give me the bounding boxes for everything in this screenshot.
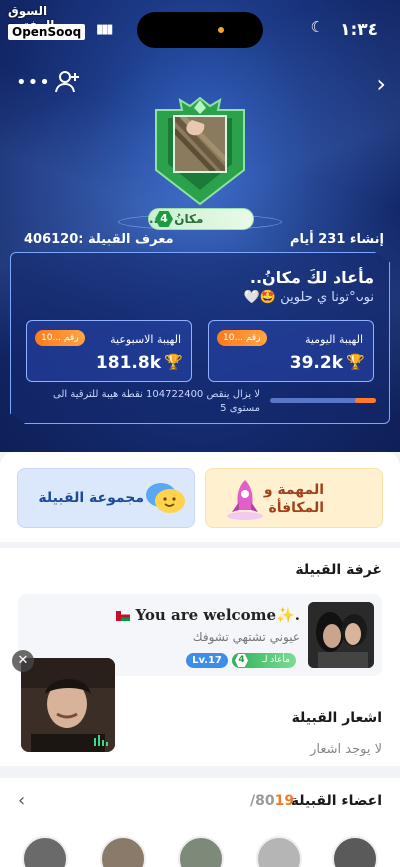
daily-rank-badge: رقم ...10	[217, 330, 267, 346]
room-level-tag: Lv.17	[186, 653, 228, 668]
status-bar: السوق المفتوح OpenSooq ▮▮▮ ☾ ١:٣٤	[0, 0, 400, 56]
signal-icon: ▮▮▮	[96, 22, 114, 37]
oman-flag-icon	[116, 611, 131, 621]
recording-indicator-icon	[218, 27, 224, 33]
status-time: ١:٣٤	[340, 20, 378, 40]
no-notifications-text: لا يوجد اشعار	[310, 742, 382, 757]
daily-prestige-value: 39.2k	[289, 353, 343, 373]
room-avatar	[308, 602, 374, 668]
moon-icon: ☾	[310, 18, 324, 36]
clan-name-badge: مكانُ ما.. 4	[148, 208, 254, 230]
clan-group-label: مجموعة القبيلة	[38, 490, 144, 506]
clan-emblem	[155, 96, 245, 206]
dynamic-island	[137, 12, 263, 48]
close-icon[interactable]: ✕	[12, 650, 34, 672]
forward-chevron-icon[interactable]: ›	[376, 70, 386, 98]
weekly-rank-badge: رقم ...10	[35, 330, 85, 346]
trophy-icon: 🏆	[346, 353, 365, 371]
room-description: عيوني تشتهي تشوفك	[192, 630, 300, 644]
clan-id[interactable]: معرف القبيلة :406120	[24, 232, 174, 247]
back-chevron-icon[interactable]: ‹	[18, 790, 25, 811]
clan-notifications-title: اشعار القبيلة	[291, 710, 382, 726]
clan-welcome-title: مأعاد لكَ مكانُ..	[249, 268, 374, 287]
audio-level-icon	[94, 735, 108, 746]
level-progress-fill	[354, 398, 376, 403]
opensooq-watermark: السوق المفتوح OpenSooq	[4, 2, 90, 42]
clan-members-title: اعضاء القبيلة	[290, 793, 382, 809]
room-name: You are welcome✨.	[116, 606, 300, 624]
more-icon[interactable]: •••	[16, 72, 51, 93]
upgrade-requirement-text: لا يزال ينقص 104722400 نقطة هيبة للترقية…	[53, 389, 260, 414]
room-name-text: You are welcome✨.	[135, 606, 300, 624]
room-clan-tag-text: مأعاد لـ	[262, 655, 290, 665]
weekly-prestige-value: 181.8k	[95, 353, 161, 373]
clan-created-days: إنشاء 231 أيام	[289, 232, 384, 247]
clan-room-title: غرفة القبيلة	[295, 562, 382, 578]
daily-prestige-label: الهيبة اليومية	[304, 333, 363, 346]
members-current: 19	[274, 793, 295, 809]
weekly-prestige-label: الهيبة الاسبوعية	[110, 333, 181, 346]
clan-page: السوق المفتوح OpenSooq ▮▮▮ ☾ ١:٣٤ ••• › …	[0, 0, 400, 867]
trophy-icon: 🏆	[164, 353, 183, 371]
rocket-icon	[227, 480, 263, 520]
room-clan-level: 4	[235, 654, 248, 667]
clan-subtitle: نوᴗ°تونا ي حلوين 🤩🤍	[243, 290, 374, 305]
weekly-prestige-box[interactable]: الهيبة الاسبوعية رقم ...10 🏆 181.8k	[26, 320, 192, 382]
members-total: /80	[250, 793, 275, 809]
members-count: /8019	[250, 793, 294, 809]
add-user-icon[interactable]	[54, 70, 80, 94]
room-clan-tag: مأعاد لـ 4	[232, 653, 296, 668]
daily-prestige-box[interactable]: الهيبة اليومية رقم ...10 🏆 39.2k	[208, 320, 374, 382]
level-progress-bar	[270, 398, 376, 403]
watermark-brand: OpenSooq	[8, 24, 86, 40]
chat-bubbles-icon	[146, 483, 185, 513]
